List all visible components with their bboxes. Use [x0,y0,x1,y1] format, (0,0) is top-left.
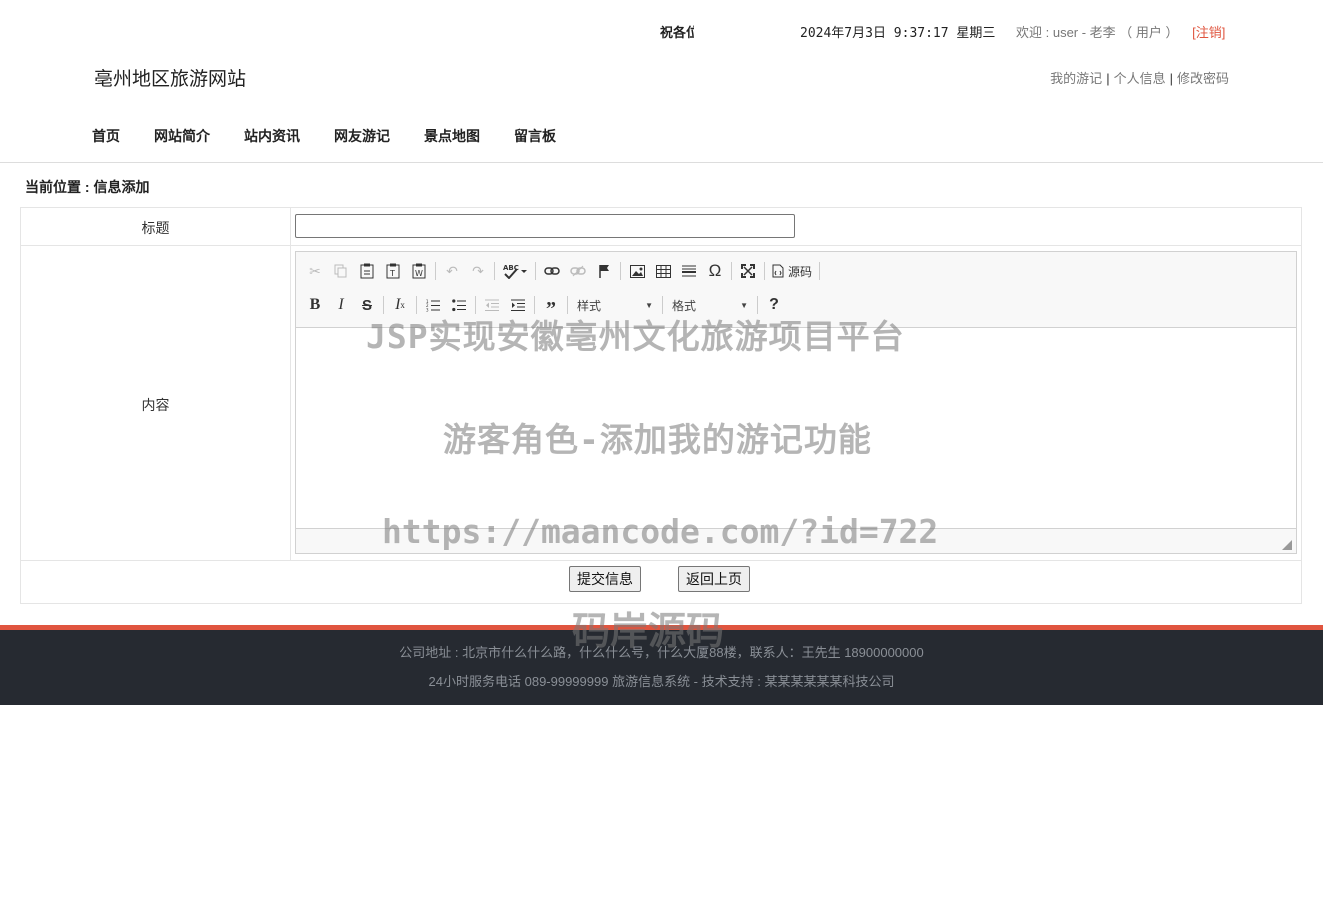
scrolling-notice: 祝各位 [660,25,694,40]
separator: | [1106,71,1110,86]
nav-map[interactable]: 景点地图 [424,126,480,146]
indent-icon[interactable] [505,293,531,317]
toolbar-separator [620,262,621,280]
table-icon[interactable] [650,259,676,283]
numbered-list-icon[interactable]: 123 [420,293,446,317]
current-datetime: 2024年7月3日 9:37:17 星期三 [800,26,996,41]
toolbar-separator [662,296,663,314]
editor-toolbar-row-2: B I S Ix 123 ” 样式 ▼ 格式 ▼ ? [302,292,787,320]
nav-guestbook[interactable]: 留言板 [514,126,556,146]
cut-icon[interactable]: ✂ [302,259,328,283]
source-label: 源码 [788,264,813,279]
toolbar-separator [764,262,765,280]
separator: | [1169,71,1173,86]
italic-icon[interactable]: I [328,293,354,317]
breadcrumb: 当前位置 : 信息添加 [25,179,150,195]
user-links: 我的游记 | 个人信息 | 修改密码 [1050,68,1229,87]
bulleted-list-icon[interactable] [446,293,472,317]
svg-text:W: W [415,269,423,278]
back-button[interactable]: 返回上页 [678,566,750,592]
paste-word-icon[interactable]: W [406,259,432,283]
link-icon[interactable] [539,259,565,283]
toolbar-separator [731,262,732,280]
style-dropdown-label: 样式 [577,298,602,313]
content-label: 内容 [141,397,170,413]
svg-text:T: T [389,269,395,278]
horizontal-rule-icon[interactable] [676,259,702,283]
column-divider [290,208,291,560]
toolbar-separator [534,296,535,314]
editor-toolbar-row-1: ✂ T W ↶ ↷ ABC Ω 源码 [302,258,823,284]
format-dropdown-label: 格式 [672,298,697,313]
spellcheck-icon[interactable]: ABC [498,259,532,283]
blockquote-icon[interactable]: ” [538,293,564,320]
format-dropdown[interactable]: 格式 ▼ [666,295,754,315]
special-char-omega-icon[interactable]: Ω [702,259,728,283]
source-doc-icon [772,264,784,278]
toolbar-separator [567,296,568,314]
profile-link[interactable]: 个人信息 [1114,71,1166,86]
toolbar-separator [494,262,495,280]
toolbar-separator [475,296,476,314]
svg-text:3: 3 [426,307,429,312]
nav-about[interactable]: 网站简介 [154,126,210,146]
rich-text-editor: ✂ T W ↶ ↷ ABC Ω 源码 B I S I x 1 2 3 ” 样式 … [295,251,1297,554]
title-label: 标题 [141,220,170,236]
nav-news[interactable]: 站内资讯 [244,126,300,146]
undo-icon[interactable]: ↶ [439,259,465,283]
toolbar-separator [416,296,417,314]
maximize-icon[interactable] [735,259,761,283]
footer: 公司地址 : 北京市什么什么路，什么什么号，什么大厦88楼，联系人：王先生 18… [0,630,1323,705]
source-button[interactable]: 源码 [768,259,816,283]
image-icon[interactable] [624,259,650,283]
toolbar-separator [383,296,384,314]
copy-icon[interactable] [328,259,354,283]
outdent-icon[interactable] [479,293,505,317]
anchor-flag-icon[interactable] [591,259,617,283]
row-divider [21,560,1301,561]
footer-address: 公司地址 : 北京市什么什么路，什么什么号，什么大厦88楼，联系人：王先生 18… [399,645,924,660]
chevron-down-icon: ▼ [645,300,653,310]
help-icon[interactable]: ? [761,293,787,317]
toolbar-separator [435,262,436,280]
info-add-form: 标题 内容 ✂ T W ↶ ↷ ABC Ω 源码 B I S I x 1 2 3… [20,207,1302,604]
chevron-down-icon: ▼ [740,300,748,310]
title-input[interactable] [295,214,795,238]
style-dropdown[interactable]: 样式 ▼ [571,295,659,315]
footer-contact: 24小时服务电话 089-99999999 旅游信息系统 - 技术支持 : 某某… [428,674,895,689]
toolbar-separator [819,262,821,280]
submit-button[interactable]: 提交信息 [569,566,641,592]
editor-content-area[interactable] [296,327,1296,529]
nav-home[interactable]: 首页 [92,126,120,146]
site-title: 亳州地区旅游网站 [94,69,247,90]
nav-travelogues[interactable]: 网友游记 [334,126,390,146]
resize-handle-icon[interactable] [1282,540,1292,550]
toolbar-separator [535,262,536,280]
row-divider [21,245,1301,246]
paste-text-icon[interactable]: T [380,259,406,283]
bold-icon[interactable]: B [302,293,328,317]
main-nav: 首页 网站简介 站内资讯 网友游记 景点地图 留言板 [92,126,590,146]
header-divider [0,162,1323,163]
my-travelogue-link[interactable]: 我的游记 [1050,71,1102,86]
toolbar-separator [757,296,758,314]
remove-format-icon[interactable]: Ix [387,293,413,317]
change-password-link[interactable]: 修改密码 [1177,71,1229,86]
strikethrough-icon[interactable]: S [354,293,380,317]
unlink-icon[interactable] [565,259,591,283]
welcome-bar: 欢迎 : user - 老李 （ 用户 ） [注销] [1016,22,1225,41]
logout-link[interactable]: [注销] [1192,25,1225,40]
paste-icon[interactable] [354,259,380,283]
redo-icon[interactable]: ↷ [465,259,491,283]
welcome-text: 欢迎 : user - 老李 （ 用户 ） [1016,25,1179,40]
